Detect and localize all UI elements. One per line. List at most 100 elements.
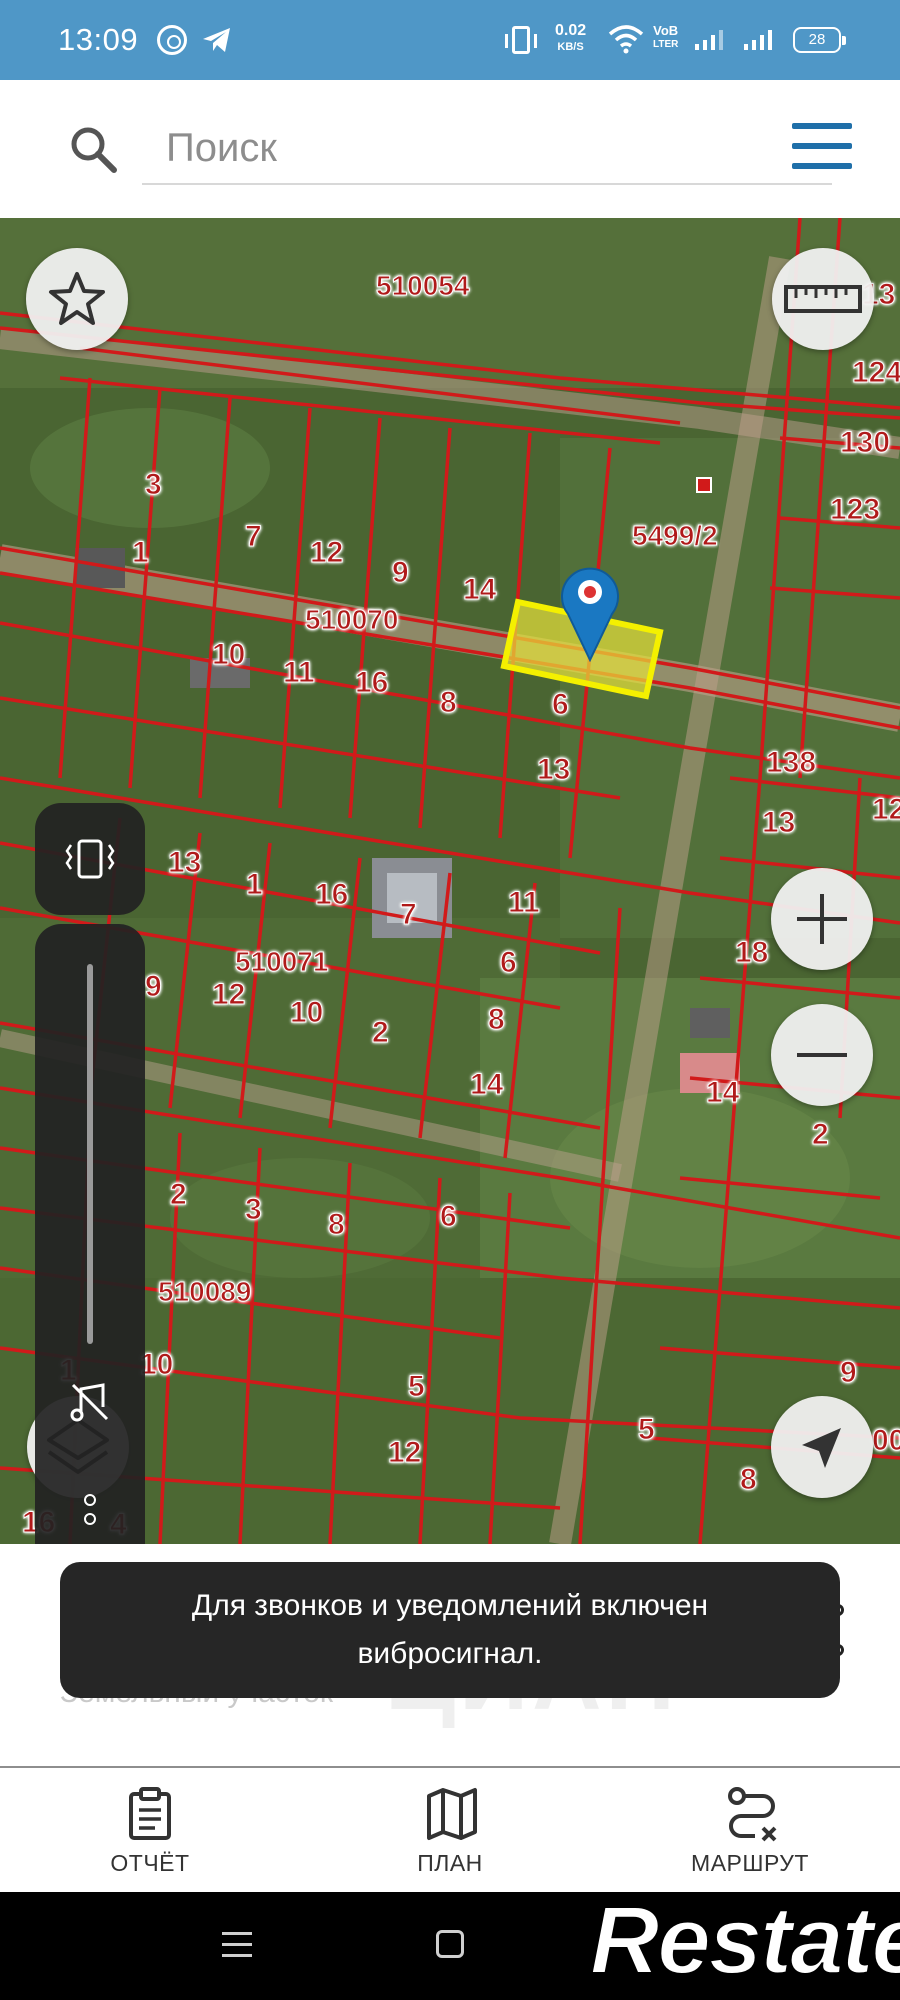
toast-line-2: вибросигнал. — [357, 1637, 543, 1670]
plot-number: 12 — [309, 536, 344, 570]
plot-number: 8 — [740, 1463, 758, 1497]
plus-icon — [797, 894, 847, 944]
plot-number: 10 — [289, 996, 324, 1030]
status-time: 13:09 — [58, 22, 139, 57]
plot-number: 10 — [139, 1348, 174, 1382]
nav-plan-label: ПЛАН — [417, 1850, 483, 1876]
plot-number: 3 — [245, 1193, 263, 1227]
plot-number: 9 — [392, 556, 410, 590]
plot-number: 13 — [761, 806, 796, 840]
nav-report[interactable]: ОТЧЁТ — [0, 1768, 300, 1894]
plot-number: 12 — [871, 793, 900, 827]
mute-icon[interactable] — [67, 1379, 113, 1425]
whatsapp-icon — [157, 25, 187, 55]
plot-number: 6 — [500, 946, 518, 980]
plot-number: 12 — [211, 978, 246, 1012]
home-button[interactable] — [436, 1930, 464, 1958]
wifi-icon — [608, 25, 644, 54]
clipboard-icon — [129, 1787, 171, 1840]
nav-plan[interactable]: ПЛАН — [300, 1768, 600, 1894]
menu-icon[interactable] — [792, 123, 852, 173]
volte-top: VoB — [653, 23, 679, 38]
plot-number: 18 — [734, 936, 769, 970]
search-input[interactable] — [142, 113, 832, 185]
vibrate-icon — [65, 839, 115, 879]
plot-number: 6 — [552, 688, 570, 722]
plot-number: 13 — [536, 753, 571, 787]
toast-notification: Для звонков и уведомлений включен виброс… — [60, 1562, 840, 1698]
route-icon — [728, 1787, 777, 1842]
status-bar: 13:09 0.02 KB/S VoB LTER 28 — [0, 0, 900, 80]
logo-watermark: Restate — [589, 1886, 900, 1995]
plot-number: 123 — [829, 493, 881, 527]
map-view[interactable]: 510054 510070 510071 510089 5499/2 3 7 1… — [0, 218, 900, 1544]
plot-number: 2 — [812, 1118, 830, 1152]
signal-icon — [744, 30, 772, 50]
plot-number: 14 — [462, 573, 497, 607]
block-label: 510071 — [234, 946, 329, 978]
plot-number: 8 — [328, 1208, 346, 1242]
vibrate-icon — [505, 26, 537, 54]
my-location-button[interactable] — [771, 1396, 873, 1498]
plot-number: 14 — [469, 1068, 504, 1102]
plot-number: 138 — [765, 746, 817, 780]
block-label: 5499/2 — [632, 520, 719, 552]
search-icon[interactable] — [68, 124, 120, 176]
search-bar — [12, 93, 888, 205]
plot-number: 8 — [488, 1003, 506, 1037]
plot-number: 124 — [851, 356, 900, 390]
plot-number: 11 — [508, 886, 541, 920]
bottom-navigation: ОТЧЁТ ПЛАН МАРШРУТ — [0, 1766, 900, 1892]
volume-panel — [35, 924, 145, 1544]
net-speed-value: 0.02 — [555, 22, 587, 39]
block-label: 510054 — [375, 270, 470, 302]
location-pin-icon[interactable] — [560, 562, 620, 662]
plot-number: 7 — [245, 520, 263, 554]
plot-number: 16 — [354, 666, 389, 700]
plot-number: 5 — [638, 1413, 656, 1447]
telegram-icon — [203, 28, 230, 52]
nav-report-label: ОТЧЁТ — [110, 1850, 190, 1876]
plot-number: 130 — [839, 426, 891, 460]
battery-icon: 28 — [793, 27, 846, 53]
volume-slider[interactable] — [87, 964, 93, 1344]
nav-route[interactable]: МАРШРУТ — [600, 1768, 900, 1894]
ruler-icon — [784, 285, 862, 313]
plot-number: 9 — [840, 1356, 858, 1390]
plot-number: 7 — [400, 898, 418, 932]
net-speed: 0.02 KB/S — [555, 22, 586, 56]
vibrate-mode-button[interactable] — [35, 803, 145, 915]
plot-number: 2 — [372, 1016, 390, 1050]
nav-route-label: МАРШРУТ — [691, 1850, 809, 1876]
plot-number: 2 — [170, 1178, 188, 1212]
plot-number: 1 — [246, 868, 264, 902]
star-icon — [49, 272, 105, 325]
block-label: 510070 — [304, 604, 399, 636]
plot-number: 16 — [314, 878, 349, 912]
plot-number: 11 — [283, 656, 316, 690]
recent-apps-button[interactable] — [222, 1932, 252, 1965]
plot-number: 13 — [167, 846, 202, 880]
plot-number: 12 — [387, 1436, 422, 1470]
volte-bottom: LTER — [653, 39, 679, 50]
plot-number: 9 — [145, 970, 163, 1004]
plot-number: 00 — [871, 1424, 900, 1458]
navigation-arrow-icon — [802, 1428, 841, 1468]
zoom-in-button[interactable] — [771, 868, 873, 970]
minus-icon — [797, 1053, 847, 1057]
plot-number: 10 — [211, 638, 246, 672]
ruler-button[interactable] — [772, 248, 874, 350]
map-icon — [427, 1788, 477, 1840]
plot-number: 14 — [705, 1076, 740, 1110]
plot-number: 3 — [145, 468, 163, 502]
toast-line-1: Для звонков и уведомлений включен — [191, 1589, 709, 1622]
favorite-button[interactable] — [26, 248, 128, 350]
plot-number: 5 — [408, 1370, 426, 1404]
volte-indicator: VoB LTER — [653, 24, 678, 52]
signal-icon — [695, 30, 723, 50]
zoom-out-button[interactable] — [771, 1004, 873, 1106]
more-icon[interactable] — [84, 1494, 96, 1532]
block-label: 510089 — [157, 1276, 252, 1308]
plot-number: 6 — [440, 1200, 458, 1234]
net-speed-unit: KB/S — [557, 41, 584, 53]
